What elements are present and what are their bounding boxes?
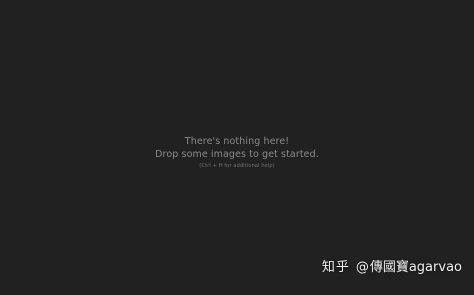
image-viewer-window[interactable]: There's nothing here! Drop some images t… bbox=[0, 0, 474, 295]
watermark-handle: agarvao bbox=[408, 260, 462, 275]
watermark-at-sign: @ bbox=[355, 260, 369, 275]
watermark-site-logo: 知乎 bbox=[321, 260, 350, 275]
help-shortcut-hint: (Ctrl + H for additional help) bbox=[199, 163, 275, 169]
empty-state-message: There's nothing here! Drop some images t… bbox=[0, 136, 474, 170]
zhihu-watermark: 知乎 @傳國寶agarvao bbox=[322, 259, 462, 277]
empty-title: There's nothing here! bbox=[184, 136, 290, 147]
empty-drop-message: Drop some images to get started. bbox=[155, 148, 319, 160]
watermark-author: 傳國寶 bbox=[369, 260, 409, 275]
